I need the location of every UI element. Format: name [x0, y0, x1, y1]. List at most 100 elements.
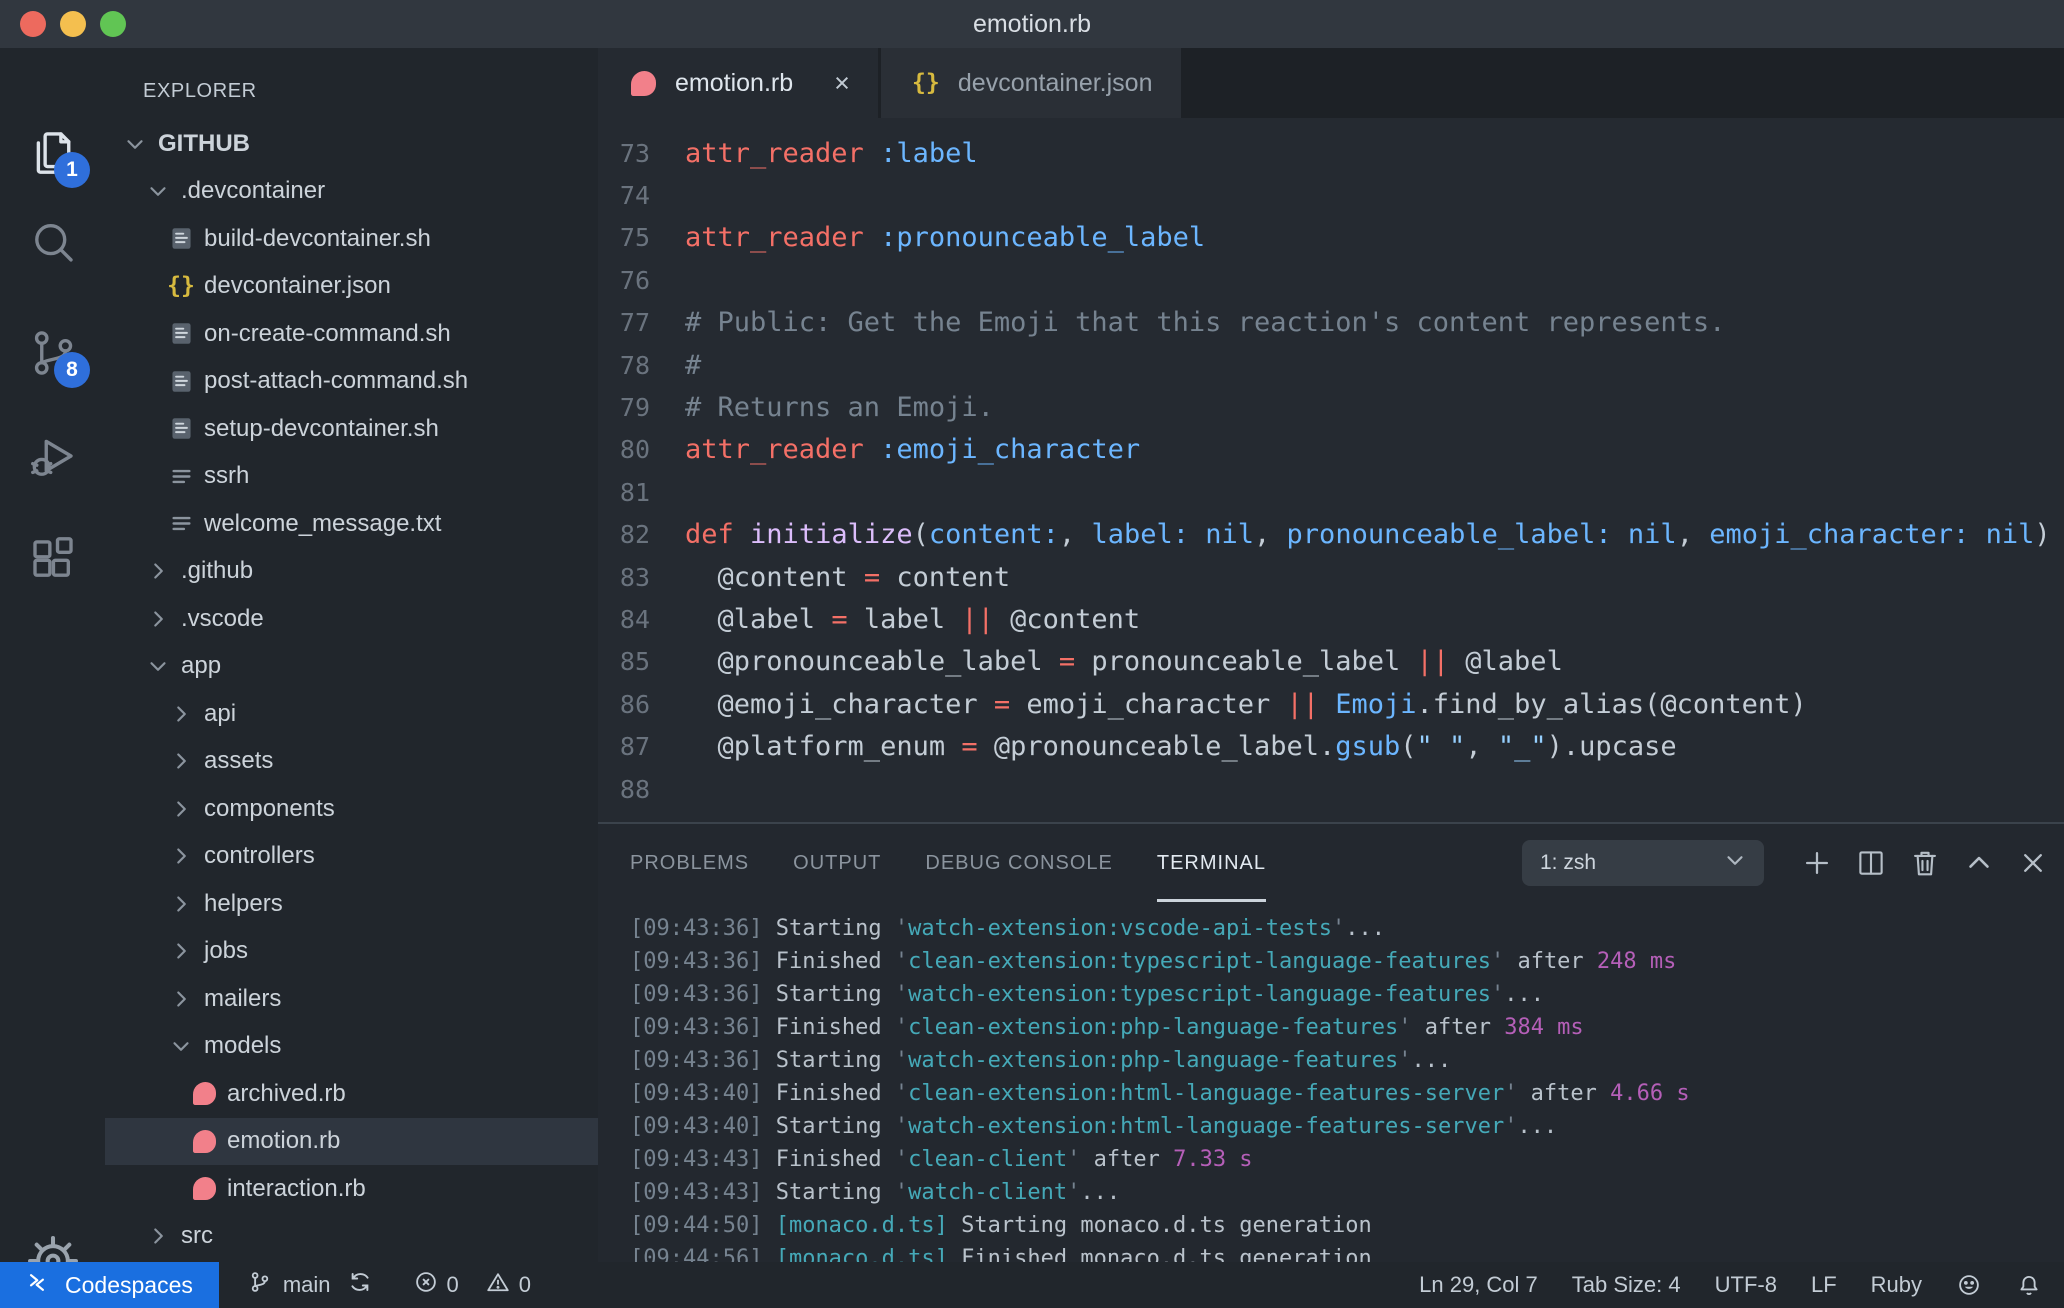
warning-icon — [485, 1269, 511, 1301]
chevron-down-icon — [164, 1033, 198, 1059]
tree-item-label: jobs — [204, 937, 249, 965]
sync-icon — [347, 1269, 373, 1301]
tree-item-welcome-message-txt[interactable]: welcome_message.txt — [105, 500, 598, 548]
json-file-icon: {} — [164, 273, 198, 299]
tree-item-helpers[interactable]: helpers — [105, 880, 598, 928]
tab-devcontainer-json[interactable]: {} devcontainer.json — [880, 48, 1181, 118]
language-mode[interactable]: Ruby — [1871, 1272, 1922, 1298]
close-panel-button[interactable] — [2016, 846, 2050, 880]
tree-item-label: assets — [204, 747, 274, 775]
activity-item-explorer[interactable]: 1 — [26, 126, 90, 188]
cursor-position[interactable]: Ln 29, Col 7 — [1419, 1272, 1538, 1298]
branch-indicator[interactable]: main — [247, 1269, 331, 1301]
tree-item-api[interactable]: api — [105, 690, 598, 738]
panel-tab-problems[interactable]: PROBLEMS — [630, 824, 749, 902]
tree-item--github[interactable]: .github — [105, 548, 598, 596]
panel-header: PROBLEMS OUTPUT DEBUG CONSOLE TERMINAL 1: z… — [598, 824, 2064, 902]
tree-item--devcontainer[interactable]: .devcontainer — [105, 168, 598, 216]
code-text: attr_reader :pronounceable_label — [685, 222, 1206, 254]
encoding-setting[interactable]: UTF-8 — [1715, 1272, 1777, 1298]
panel-tab-terminal[interactable]: TERMINAL — [1156, 824, 1266, 902]
tree-item-components[interactable]: components — [105, 785, 598, 833]
tree-item-emotion-rb[interactable]: emotion.rb — [105, 1117, 598, 1165]
line-number: 87 — [619, 732, 650, 762]
tree-item-github[interactable]: GITHUB — [105, 120, 598, 168]
tree-item-build-devcontainer-sh[interactable]: build-devcontainer.sh — [105, 215, 598, 263]
ruby-file-icon — [187, 1129, 221, 1153]
ruby-file-icon — [192, 1129, 216, 1153]
branch-name: main — [282, 1272, 331, 1297]
code-line: 87 @platform_enum = @pronounceable_label… — [598, 725, 2064, 767]
line-number: 83 — [619, 562, 650, 592]
status-bar: Codespaces main 0 0 Ln 29, Col 7 Tab Siz… — [0, 1262, 2064, 1308]
tree-item-label: welcome_message.txt — [204, 509, 442, 537]
minimize-window-icon[interactable] — [60, 11, 86, 37]
activity-item-source-control[interactable]: 8 — [26, 326, 90, 388]
tree-item-app[interactable]: app — [105, 643, 598, 691]
split-terminal-button[interactable] — [1854, 846, 1888, 880]
chevron-down-icon — [1722, 847, 1748, 879]
code-editor[interactable]: 73 attr_reader :label 74 75 attr_reader :pro… — [598, 118, 2064, 822]
tree-item-on-create-command-sh[interactable]: on-create-command.sh — [105, 310, 598, 358]
terminal-line: [09:43:40] Starting 'watch-extension:htm… — [630, 1114, 1558, 1139]
tree-item-label: src — [181, 1222, 213, 1250]
code-text: # — [685, 349, 702, 381]
tree-item-label: setup-devcontainer.sh — [204, 414, 439, 442]
eol-setting[interactable]: LF — [1811, 1272, 1837, 1298]
terminal-shell-select[interactable]: 1: zsh — [1522, 840, 1764, 886]
kill-terminal-button[interactable] — [1908, 846, 1942, 880]
tree-item-label: archived.rb — [227, 1079, 346, 1107]
code-text: @pronounceable_label = pronounceable_lab… — [685, 646, 1563, 678]
indentation-setting[interactable]: Tab Size: 4 — [1572, 1272, 1681, 1298]
tree-item--vscode[interactable]: .vscode — [105, 595, 598, 643]
tree-item-setup-devcontainer-sh[interactable]: setup-devcontainer.sh — [105, 405, 598, 453]
close-window-icon[interactable] — [20, 11, 46, 37]
editor-group: emotion.rb × {} devcontainer.json 73 attr_re… — [598, 48, 2064, 1271]
chevron-right-icon — [141, 1223, 175, 1249]
tree-item-post-attach-command-sh[interactable]: post-attach-command.sh — [105, 358, 598, 406]
notifications-bell-icon[interactable] — [2016, 1272, 2042, 1298]
tree-item-jobs[interactable]: jobs — [105, 928, 598, 976]
close-tab-icon[interactable]: × — [834, 69, 850, 97]
activity-item-extensions[interactable] — [26, 532, 80, 586]
tree-item-controllers[interactable]: controllers — [105, 833, 598, 881]
panel-tab-debug-console[interactable]: DEBUG CONSOLE — [925, 824, 1112, 902]
tree-item-archived-rb[interactable]: archived.rb — [105, 1070, 598, 1118]
tree-item-src[interactable]: src — [105, 1213, 598, 1261]
window-controls — [20, 0, 126, 48]
line-number: 82 — [619, 520, 650, 550]
line-number: 78 — [619, 350, 650, 380]
chevron-right-icon — [164, 796, 198, 822]
tree-item-models[interactable]: models — [105, 1023, 598, 1071]
chevron-right-icon — [164, 938, 198, 964]
panel-tab-output[interactable]: OUTPUT — [793, 824, 881, 902]
sync-button[interactable] — [347, 1269, 373, 1301]
tree-item-label: api — [204, 699, 237, 727]
problems-indicator[interactable]: 0 0 — [413, 1269, 532, 1301]
shell-file-icon — [164, 414, 198, 443]
code-line: 86 @emoji_character = emoji_character ||… — [598, 683, 2064, 725]
error-icon — [413, 1269, 439, 1301]
ruby-file-icon — [626, 70, 660, 96]
warning-count: 0 — [518, 1272, 532, 1297]
chevron-down-icon — [141, 653, 175, 679]
terminal-output[interactable]: [09:43:36] Starting 'watch-extension:vsc… — [598, 902, 2064, 1275]
zoom-window-icon[interactable] — [100, 11, 126, 37]
tree-item-assets[interactable]: assets — [105, 738, 598, 786]
activity-item-search[interactable] — [26, 216, 80, 270]
tree-item-mailers[interactable]: mailers — [105, 975, 598, 1023]
activity-item-run-debug[interactable] — [26, 429, 80, 483]
codespaces-remote-button[interactable]: Codespaces — [0, 1262, 219, 1308]
title-bar: emotion.rb — [0, 0, 2064, 48]
terminal-line: [09:43:36] Starting 'watch-extension:vsc… — [630, 916, 1385, 941]
new-terminal-button[interactable] — [1800, 846, 1834, 880]
tree-item-label: build-devcontainer.sh — [204, 224, 431, 252]
tree-item-ssrh[interactable]: ssrh — [105, 453, 598, 501]
tab-label: devcontainer.json — [957, 68, 1153, 97]
tab-emotion-rb[interactable]: emotion.rb × — [598, 48, 878, 118]
tree-item-devcontainer-json[interactable]: {} devcontainer.json — [105, 263, 598, 311]
maximize-panel-button[interactable] — [1962, 846, 1996, 880]
tree-item-interaction-rb[interactable]: interaction.rb — [105, 1165, 598, 1213]
feedback-smiley-icon[interactable] — [1956, 1272, 1982, 1298]
code-line: 84 @label = label || @content — [598, 598, 2064, 640]
